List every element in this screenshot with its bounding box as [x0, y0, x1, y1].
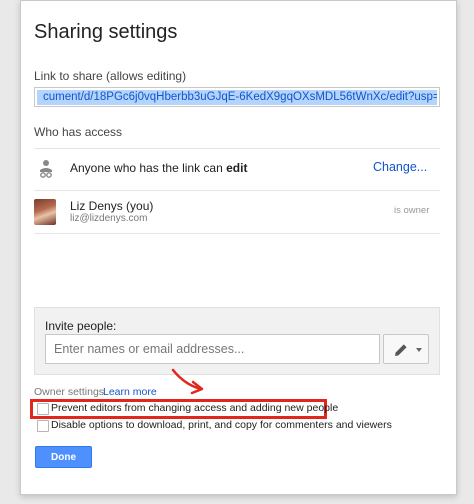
prevent-editors-label: Prevent editors from changing access and…: [51, 402, 339, 414]
anyone-with-link-text: Anyone who has the link can edit: [70, 161, 247, 175]
who-has-access-label: Who has access: [34, 125, 123, 139]
change-link-access-button[interactable]: Change...: [373, 160, 427, 174]
prevent-editors-checkbox[interactable]: [37, 403, 49, 415]
link-sharing-person-icon: [40, 160, 52, 178]
avatar: [34, 199, 56, 225]
pencil-icon: [395, 344, 407, 356]
owner-email: liz@lizdenys.com: [70, 213, 148, 224]
access-row-anyone: Anyone who has the link can edit Change.…: [34, 148, 440, 191]
invite-people-panel: Invite people:: [34, 307, 440, 375]
invite-people-input[interactable]: [45, 334, 380, 364]
access-row-owner: Liz Denys (you) liz@lizdenys.com is owne…: [34, 190, 440, 234]
disable-download-label: Disable options to download, print, and …: [51, 419, 392, 431]
chevron-down-icon: [416, 348, 422, 352]
learn-more-link[interactable]: Learn more: [103, 386, 157, 398]
share-link-field[interactable]: cument/d/18PGc6j0vqHberbb3uGJqE-6KedX9gq…: [34, 87, 440, 107]
owner-settings-label: Owner settings: [34, 386, 105, 398]
invite-permission-dropdown[interactable]: [383, 334, 429, 364]
owner-name: Liz Denys (you): [70, 199, 154, 213]
sharing-settings-dialog: Sharing settings Link to share (allows e…: [20, 0, 457, 495]
anyone-permission-level: edit: [226, 161, 248, 175]
dialog-title: Sharing settings: [34, 21, 178, 43]
link-share-label: Link to share (allows editing): [34, 69, 187, 83]
owner-role-label: is owner: [394, 205, 430, 216]
share-link-value[interactable]: cument/d/18PGc6j0vqHberbb3uGJqE-6KedX9gq…: [37, 90, 437, 105]
anyone-text-prefix: Anyone who has the link can: [70, 161, 227, 175]
done-button[interactable]: Done: [35, 446, 92, 468]
disable-download-checkbox[interactable]: [37, 420, 49, 432]
invite-people-label: Invite people:: [45, 319, 117, 333]
red-arrow-icon: [171, 368, 204, 395]
